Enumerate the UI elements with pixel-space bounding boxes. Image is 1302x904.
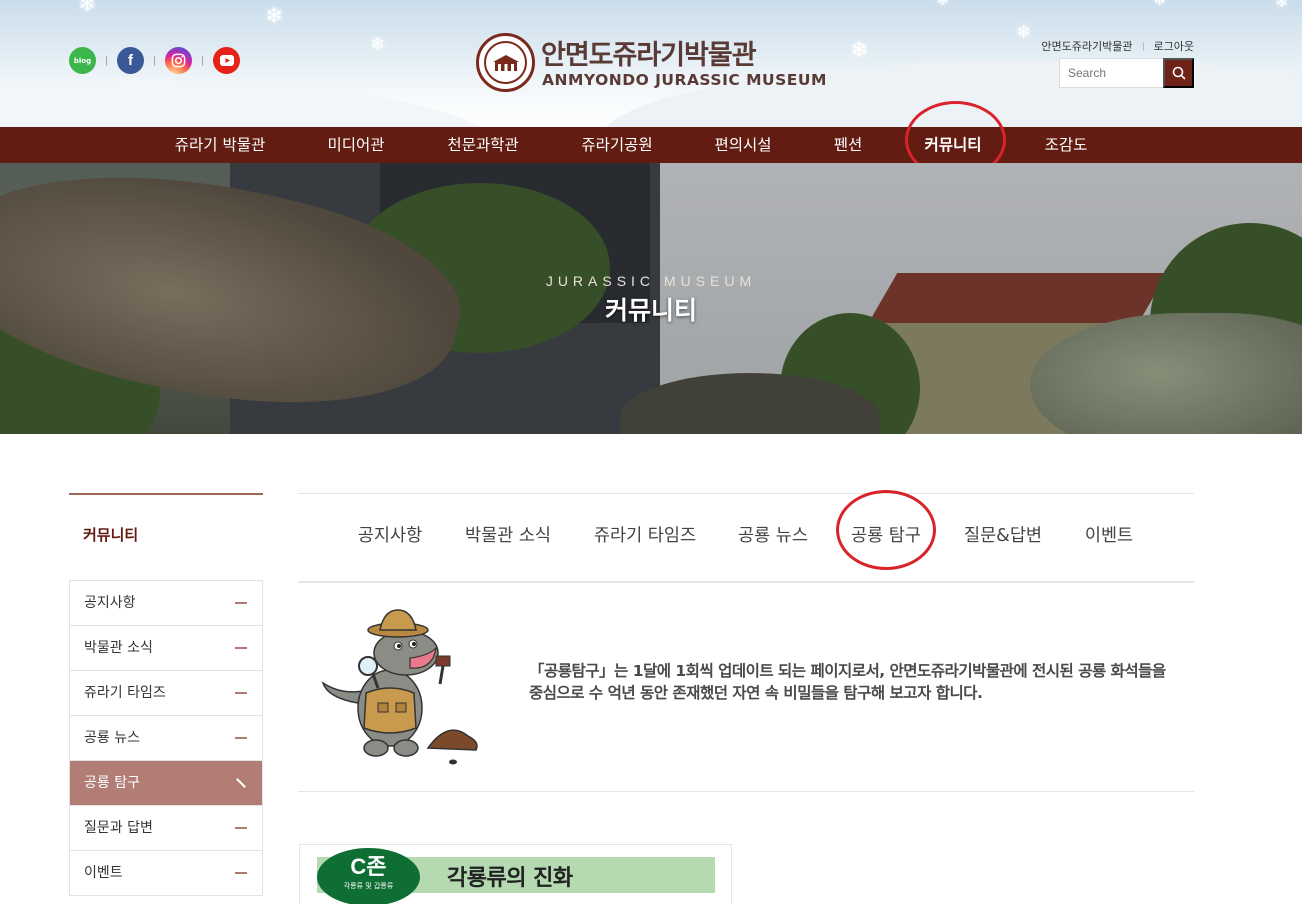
minus-icon xyxy=(235,872,247,874)
snowflake-icon: ❄ xyxy=(1153,0,1166,8)
logo-english-text: ANMYONDO JURASSIC MUSEUM xyxy=(542,71,827,89)
side-nav-item-label: 공룡 뉴스 xyxy=(84,730,140,746)
side-nav-item-label: 쥬라기 타임즈 xyxy=(84,685,166,701)
snowflake-icon: ❄ xyxy=(370,34,386,55)
side-nav-item-label: 박물관 소식 xyxy=(84,640,153,656)
blog-icon-label: blog xyxy=(73,56,92,65)
dinosaur-explorer-mascot-icon xyxy=(321,609,478,765)
tab-museum-news[interactable]: 박물관 소식 xyxy=(465,522,551,547)
nav-facilities[interactable]: 편의시설 xyxy=(714,127,771,163)
museum-building-icon xyxy=(492,54,519,71)
side-nav-item-label: 질문과 답변 xyxy=(84,820,153,836)
blog-icon[interactable]: blog xyxy=(69,47,96,74)
side-nav-item-jurassic-times[interactable]: 쥬라기 타임즈 xyxy=(70,671,262,716)
intro-section: 「공룡탐구」는 1달에 1회씩 업데이트 되는 페이지로서, 안면도쥬라기박물관… xyxy=(298,583,1194,792)
divider xyxy=(154,55,155,66)
youtube-icon[interactable] xyxy=(213,47,240,74)
snowflake-icon: ❄ xyxy=(78,0,97,17)
sns-links: blog f xyxy=(69,47,240,74)
zone-label: C존 xyxy=(350,854,387,879)
side-nav-item-event[interactable]: 이벤트 xyxy=(70,851,262,896)
tab-event[interactable]: 이벤트 xyxy=(1085,522,1133,547)
snowflake-icon: ❄ xyxy=(936,0,949,8)
side-nav-item-museum-news[interactable]: 박물관 소식 xyxy=(70,626,262,671)
side-navigation: 커뮤니티 공지사항 박물관 소식 쥬라기 타임즈 공룡 뉴스 공룡 탐구 질문과… xyxy=(69,493,263,896)
museum-seal-icon xyxy=(476,33,535,92)
snow-hill xyxy=(0,80,500,127)
site-header: ❄ ❄ ❄ ❄ ❄ ❄ ❄ ❄ blog f xyxy=(0,0,1302,127)
facebook-icon[interactable]: f xyxy=(117,47,144,74)
article-title: 각룡류의 진화 xyxy=(447,866,573,891)
side-nav-item-dinosaur-research[interactable]: 공룡 탐구 xyxy=(70,761,262,806)
snowflake-icon: ❄ xyxy=(265,4,284,29)
youtube-glyph xyxy=(219,55,234,66)
nav-pension[interactable]: 펜션 xyxy=(834,127,863,163)
side-nav-item-dinosaur-news[interactable]: 공룡 뉴스 xyxy=(70,716,262,761)
tab-dinosaur-research[interactable]: 공룡 탐구 xyxy=(851,522,921,547)
site-logo[interactable]: 안면도쥬라기박물관 ANMYONDO JURASSIC MUSEUM xyxy=(476,33,826,93)
side-nav-item-label: 이벤트 xyxy=(84,865,123,881)
search-button[interactable] xyxy=(1163,58,1194,88)
minus-icon xyxy=(235,737,247,739)
nav-media-hall[interactable]: 미디어관 xyxy=(327,127,384,163)
nav-community[interactable]: 커뮤니티 xyxy=(924,127,981,163)
side-nav-item-qna[interactable]: 질문과 답변 xyxy=(70,806,262,851)
zone-badge: C존 각룡류 및 갑룡류 xyxy=(317,848,420,904)
minus-icon xyxy=(235,602,247,604)
article-card[interactable]: C존 각룡류 및 갑룡류 각룡류의 진화 xyxy=(299,844,732,904)
side-nav-title: 커뮤니티 xyxy=(83,526,139,544)
intro-line-1: 「공룡탐구」는 1달에 1회씩 업데이트 되는 페이지로서, 안면도쥬라기박물관… xyxy=(529,662,1166,680)
tab-qna[interactable]: 질문&답변 xyxy=(964,522,1042,547)
divider xyxy=(202,55,203,66)
logo-korean-text: 안면도쥬라기박물관 xyxy=(541,40,757,71)
nav-birdseye-view[interactable]: 조감도 xyxy=(1045,127,1088,163)
main-navigation: 쥬라기 박물관 미디어관 천문과학관 쥬라기공원 편의시설 펜션 커뮤니티 조감… xyxy=(0,127,1302,163)
snowflake-icon: ❄ xyxy=(850,38,869,63)
tab-jurassic-times[interactable]: 쥬라기 타임즈 xyxy=(594,522,696,547)
instagram-icon[interactable] xyxy=(165,47,192,74)
nav-jurassic-museum[interactable]: 쥬라기 박물관 xyxy=(175,127,266,163)
side-nav-item-label: 공룡 탐구 xyxy=(84,775,140,791)
minus-icon xyxy=(235,827,247,829)
zone-sublabel: 각룡류 및 갑룡류 xyxy=(343,882,394,890)
side-nav-item-notice[interactable]: 공지사항 xyxy=(70,581,262,626)
snowflake-icon: ❄ xyxy=(1016,22,1032,43)
nav-astronomy-hall[interactable]: 천문과학관 xyxy=(447,127,518,163)
sub-tabs: 공지사항 박물관 소식 쥬라기 타임즈 공룡 뉴스 공룡 탐구 질문&답변 이벤… xyxy=(298,493,1194,583)
minus-icon xyxy=(235,692,247,694)
utility-links: 안면도쥬라기박물관 로그아웃 xyxy=(1041,38,1194,54)
search-box xyxy=(1059,58,1194,88)
divider xyxy=(1142,41,1144,51)
side-nav-item-label: 공지사항 xyxy=(84,595,136,611)
intro-description: 「공룡탐구」는 1달에 1회씩 업데이트 되는 페이지로서, 안면도쥬라기박물관… xyxy=(529,660,1189,704)
instagram-glyph xyxy=(171,53,186,68)
side-nav-list: 공지사항 박물관 소식 쥬라기 타임즈 공룡 뉴스 공룡 탐구 질문과 답변 이… xyxy=(69,580,263,896)
divider xyxy=(106,55,107,66)
intro-line-2: 중심으로 수 억년 동안 존재했던 자연 속 비밀들을 탐구해 보고자 합니다. xyxy=(529,684,983,702)
minus-icon xyxy=(235,647,247,649)
facebook-icon-label: f xyxy=(128,52,133,69)
banner-subtitle: JURASSIC MUSEUM xyxy=(545,273,757,289)
logout-link[interactable]: 로그아웃 xyxy=(1154,38,1194,54)
tab-dinosaur-news[interactable]: 공룡 뉴스 xyxy=(738,522,808,547)
page-visual-banner: JURASSIC MUSEUM 커뮤니티 xyxy=(0,163,1302,434)
page-title: 커뮤니티 xyxy=(604,296,697,325)
search-icon xyxy=(1172,66,1186,80)
home-link[interactable]: 안면도쥬라기박물관 xyxy=(1041,38,1132,54)
slash-icon xyxy=(236,778,246,788)
tab-notice[interactable]: 공지사항 xyxy=(358,522,422,547)
search-input[interactable] xyxy=(1059,58,1163,88)
nav-jurassic-park[interactable]: 쥬라기공원 xyxy=(581,127,652,163)
snowflake-icon: ❄ xyxy=(1275,0,1289,11)
